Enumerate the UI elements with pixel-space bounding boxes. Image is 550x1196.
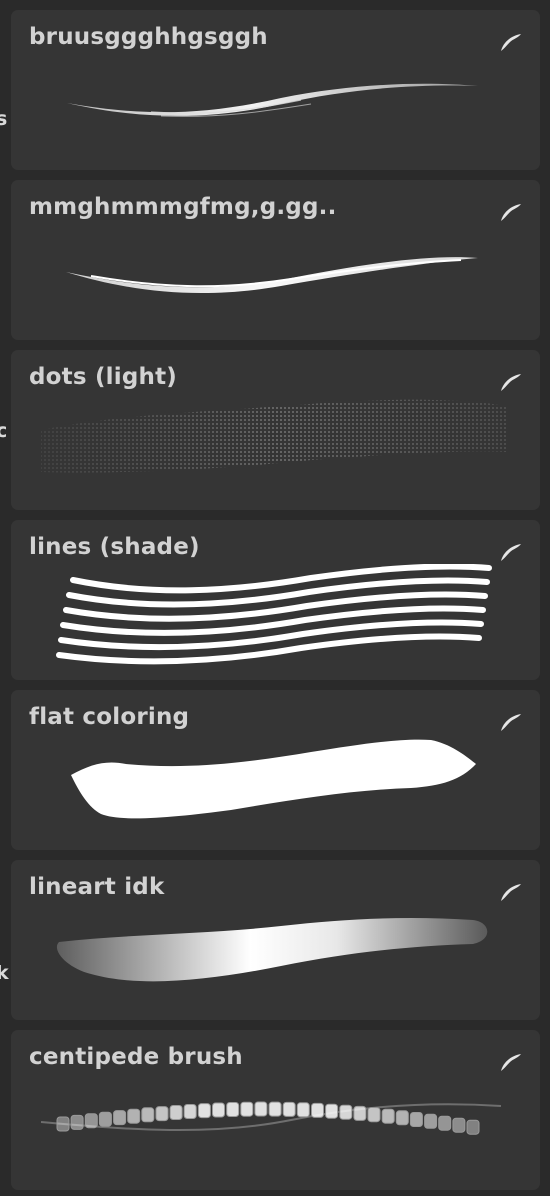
centipede-segment: [70, 1114, 84, 1130]
brush-source-icon: [501, 34, 521, 51]
centipede-segment: [98, 1111, 112, 1127]
brush-name: lineart idk: [29, 874, 165, 900]
brush-source-icon: [501, 884, 521, 901]
brush-card[interactable]: centipede brush: [11, 1030, 540, 1190]
centipede-segment: [113, 1110, 127, 1126]
centipede-segment: [183, 1104, 197, 1119]
centipede-segment: [296, 1102, 310, 1118]
centipede-segment: [155, 1106, 169, 1122]
brush-stroke-preview: [41, 399, 506, 473]
brush-stroke-preview: [40, 1101, 502, 1135]
centipede-segment: [367, 1107, 381, 1123]
brush-card[interactable]: mmghmmmgfmg,g.gg..: [11, 180, 540, 340]
brush-stroke-preview: [56, 564, 492, 665]
centipede-segment: [311, 1102, 324, 1118]
brush-library-list: s c k bruusggghhgsggh mmghmmmgfmg,g.gg..: [0, 0, 550, 1196]
brush-stroke-preview: [56, 918, 488, 982]
centipede-segment: [127, 1108, 141, 1124]
centipede-segment: [197, 1103, 211, 1119]
centipede-segments: [56, 1101, 480, 1135]
centipede-segment: [254, 1101, 268, 1117]
brush-source-icon: [501, 1054, 521, 1071]
brush-name: bruusggghhgsggh: [29, 24, 268, 50]
brush-card[interactable]: dots (light): [11, 350, 540, 510]
brush-card[interactable]: flat coloring: [11, 690, 540, 850]
brush-name: mmghmmmgfmg,g.gg..: [29, 194, 337, 220]
centipede-segment: [452, 1117, 466, 1133]
brush-source-icon: [501, 204, 521, 221]
centipede-segment: [438, 1115, 452, 1131]
centipede-segment: [212, 1102, 225, 1118]
centipede-segment: [141, 1107, 155, 1123]
brush-card[interactable]: lines (shade): [11, 520, 540, 680]
centipede-segment: [282, 1101, 296, 1117]
centipede-segment: [409, 1112, 423, 1127]
brush-card[interactable]: bruusggghhgsggh: [11, 10, 540, 170]
edge-text-fragment: k: [0, 962, 9, 984]
centipede-segment: [395, 1110, 409, 1126]
edge-text-fragment: c: [0, 420, 8, 442]
brush-stroke-preview: [71, 739, 476, 819]
centipede-segment: [325, 1103, 339, 1119]
centipede-segment: [226, 1102, 240, 1117]
brush-name: flat coloring: [29, 704, 190, 730]
centipede-segment: [240, 1101, 254, 1117]
centipede-segment: [466, 1119, 480, 1135]
brush-source-icon: [501, 374, 521, 391]
brush-name: dots (light): [29, 364, 177, 390]
brush-name: lines (shade): [29, 534, 200, 560]
centipede-segment: [339, 1104, 353, 1120]
centipede-segment: [56, 1116, 70, 1132]
centipede-segment: [169, 1105, 183, 1120]
centipede-segment: [381, 1108, 395, 1124]
centipede-segment: [84, 1113, 98, 1129]
edge-text-fragment: s: [0, 108, 8, 130]
centipede-segment: [424, 1113, 438, 1129]
brush-card[interactable]: lineart idk: [11, 860, 540, 1020]
brush-source-icon: [501, 544, 521, 561]
brush-stroke-preview: [67, 83, 478, 117]
centipede-segment: [353, 1105, 367, 1121]
brush-stroke-preview: [66, 257, 478, 294]
centipede-segment: [268, 1101, 282, 1117]
brush-source-icon: [501, 714, 521, 731]
brush-name: centipede brush: [29, 1044, 243, 1070]
